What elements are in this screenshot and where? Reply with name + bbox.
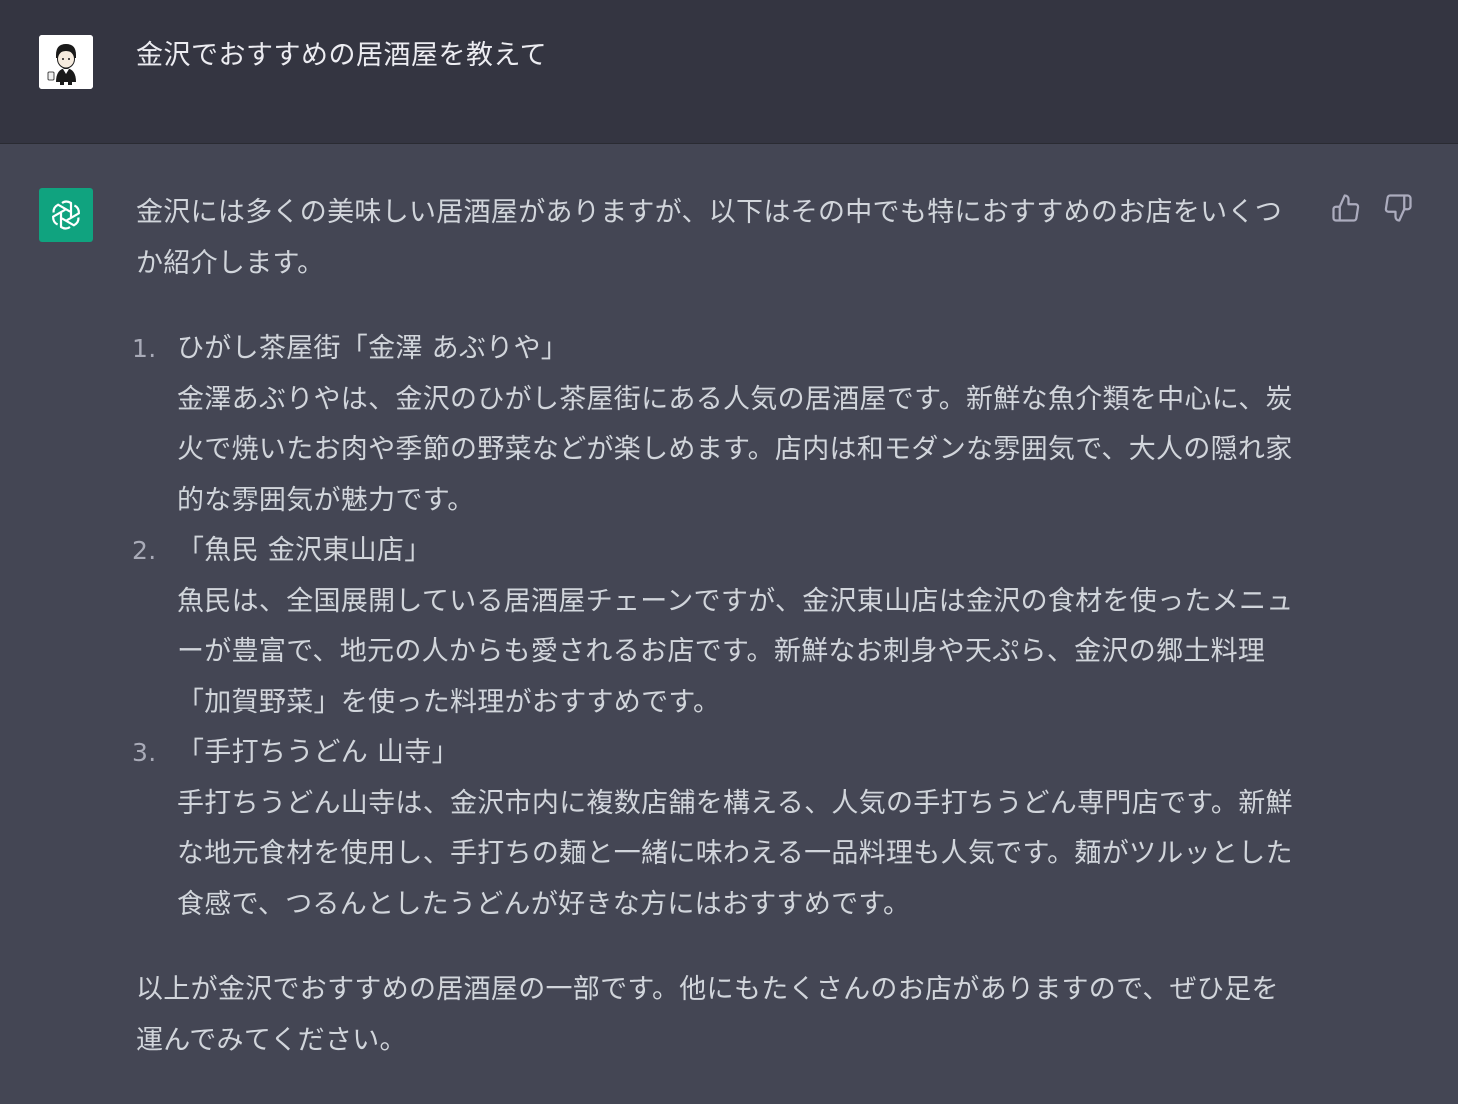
assistant-intro-text: 金沢には多くの美味しい居酒屋がありますが、以下はその中でも特におすすめのお店をい… — [136, 197, 1283, 279]
list-item-number: 3. — [132, 738, 157, 767]
assistant-outro-text: 以上が金沢でおすすめの居酒屋の一部です。他にもたくさんのお店がありますので、ぜひ… — [136, 974, 1279, 1056]
list-item-description: 金澤あぶりやは、金沢のひがし茶屋街にある人気の居酒屋です。新鮮な魚介類を中心に、… — [177, 383, 1293, 516]
list-item-title: 「魚民 金沢東山店」 — [177, 535, 432, 566]
thumbs-down-button[interactable] — [1382, 194, 1414, 226]
user-avatar-icon — [39, 35, 93, 89]
list-item-description: 魚民は、全国展開している居酒屋チェーンですが、金沢東山店は金沢の食材を使ったメニ… — [177, 585, 1294, 718]
list-item: 2. 「魚民 金沢東山店」 魚民は、全国展開している居酒屋チェーンですが、金沢東… — [132, 526, 1301, 728]
list-item: 1. ひがし茶屋街「金澤 あぶりや」 金澤あぶりやは、金沢のひがし茶屋街にある人… — [132, 324, 1301, 526]
list-item-title: 「手打ちうどん 山寺」 — [177, 737, 459, 768]
user-message-row: 金沢でおすすめの居酒屋を教えて — [0, 0, 1458, 144]
list-item: 3. 「手打ちうどん 山寺」 手打ちうどん山寺は、金沢市内に複数店舗を構える、人… — [132, 728, 1301, 930]
assistant-message-row: 金沢には多くの美味しい居酒屋がありますが、以下はその中でも特におすすめのお店をい… — [0, 144, 1458, 1104]
thumbs-up-button[interactable] — [1330, 194, 1362, 226]
list-item-number: 2. — [132, 536, 157, 565]
list-item-number: 1. — [132, 334, 157, 363]
assistant-message-content: 金沢には多くの美味しい居酒屋がありますが、以下はその中でも特におすすめのお店をい… — [132, 188, 1301, 1066]
recommendation-list: 1. ひがし茶屋街「金澤 あぶりや」 金澤あぶりやは、金沢のひがし茶屋街にある人… — [132, 324, 1301, 930]
user-message-text: 金沢でおすすめの居酒屋を教えて — [136, 40, 548, 71]
list-item-title: ひがし茶屋街「金澤 あぶりや」 — [177, 333, 569, 364]
thumbs-up-icon — [1331, 193, 1361, 227]
list-item-description: 手打ちうどん山寺は、金沢市内に複数店舗を構える、人気の手打ちうどん専門店です。新… — [177, 787, 1293, 920]
openai-logo-icon — [39, 188, 93, 242]
feedback-actions — [1330, 194, 1414, 226]
thumbs-down-icon — [1383, 193, 1413, 227]
